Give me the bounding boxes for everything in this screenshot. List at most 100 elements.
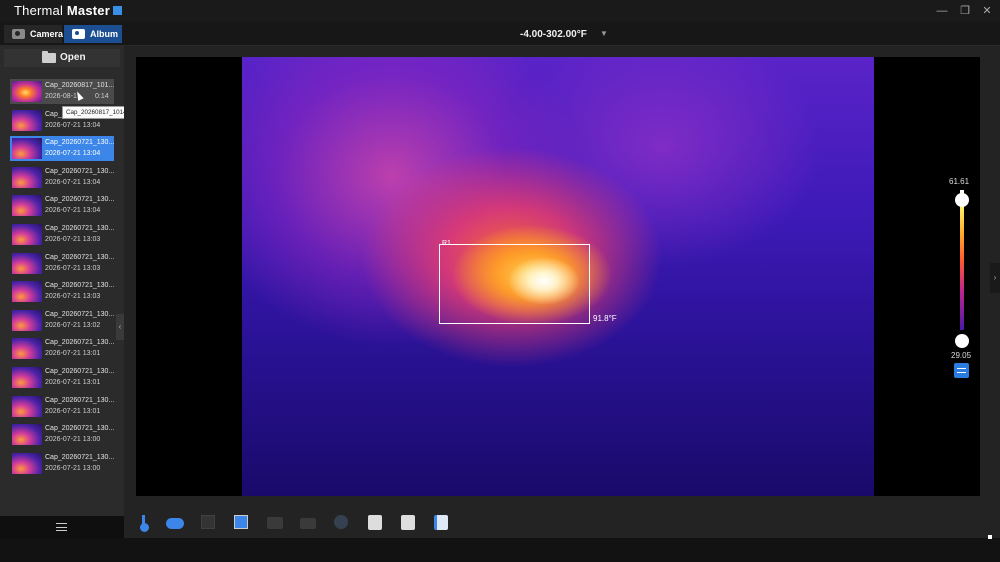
file-item-background: Cap_20260721_130... 2026-07-21 13:03 [10, 279, 114, 304]
file-date: 2026-07-21 13:02 [45, 321, 101, 329]
status-bar [0, 538, 1000, 562]
file-name: Cap_20260721_130... [45, 367, 115, 375]
file-date: 2026-08-1 [45, 93, 77, 100]
app-title: Thermal Master [14, 3, 122, 18]
temperature-range-selector[interactable]: -4.00-302.00°F [520, 29, 587, 40]
album-icon [72, 29, 85, 39]
open-button[interactable]: Open [4, 49, 120, 67]
tab-camera-label: Camera [30, 29, 64, 39]
file-list-item[interactable]: Cap_20260721_130... 2026-07-21 13:04 [10, 192, 116, 221]
color-scale-bar [960, 190, 964, 330]
expand-right-panel-handle[interactable]: › [990, 263, 1000, 293]
file-name: Cap_20260721_130... [45, 396, 115, 404]
file-date: 2026-07-21 13:01 [45, 350, 101, 358]
menu-bar [0, 516, 124, 538]
file-item-background: Cap_20260721_130... 2026-07-21 13:01 [10, 365, 114, 390]
image-viewer: R1 91.8°F 61.61 29.05 › [124, 46, 1000, 510]
camera-icon[interactable] [267, 517, 283, 529]
file-date: 2026-07-21 13:01 [45, 407, 101, 415]
file-date: 2026-07-21 13:00 [45, 436, 101, 444]
minimize-button[interactable]: — [934, 3, 950, 19]
thermal-thumbnail [12, 81, 42, 102]
scale-min-knob[interactable] [955, 334, 969, 348]
thermal-thumbnail [12, 252, 42, 274]
grid-chip-icon[interactable] [234, 515, 248, 529]
thermometer-icon[interactable] [140, 515, 149, 532]
file-name: Cap_20260721_130... [45, 425, 115, 433]
file-item-background: Cap_20260721_130... 2026-07-21 13:04 [10, 136, 114, 162]
save-icon[interactable] [368, 515, 382, 530]
target-icon[interactable] [334, 515, 348, 529]
file-name: Cap_20260721_130... [45, 253, 115, 261]
app-title-bold: Master [66, 3, 110, 18]
file-item-background: Cap_20260721_130... 2026-07-21 13:04 [10, 193, 114, 218]
restore-button[interactable]: ❐ [957, 3, 973, 19]
file-item-background: Cap_20260721_130... 2026-07-21 13:04 [10, 165, 114, 190]
roi-rectangle[interactable] [439, 244, 590, 324]
file-list-item[interactable]: Cap_20260721_130... 2026-07-21 13:00 [10, 421, 116, 450]
file-item-background: Cap_20260721_130... 2026-07-21 13:03 [10, 222, 114, 247]
thermal-thumbnail [12, 138, 42, 160]
thermal-thumbnail [12, 223, 42, 245]
collapse-sidebar-handle[interactable]: ‹ [116, 314, 124, 340]
roi-label: R1 [442, 240, 451, 247]
thermal-thumbnail [12, 424, 42, 446]
camera-icon [12, 29, 25, 39]
cloud-palette-icon[interactable] [166, 518, 184, 529]
app-title-regular: Thermal [14, 3, 67, 18]
file-date: 2026-07-21 13:03 [45, 293, 101, 301]
file-time: 0:14 [95, 93, 109, 100]
file-name: Cap_20260721_130... [45, 167, 115, 175]
file-item-background: Cap_20260721_130... 2026-07-21 13:02 [10, 308, 114, 333]
file-list-item[interactable]: Cap_20260721_130... 2026-07-21 13:03 [10, 278, 116, 307]
folder-icon [42, 51, 56, 63]
title-bar: Thermal Master — ❐ ✕ [0, 0, 1000, 22]
file-list-item[interactable]: Cap_20260721_130... 2026-07-21 13:01 [10, 393, 116, 422]
file-item-background: Cap_20260721_130... 2026-07-21 13:03 [10, 251, 114, 276]
canvas-area: R1 91.8°F [136, 57, 980, 496]
file-list-item[interactable]: Cap_20260721_130... 2026-07-21 13:03 [10, 250, 116, 279]
thermal-thumbnail [12, 109, 42, 131]
video-icon[interactable] [300, 518, 316, 529]
file-name: Cap_20260721_130... [45, 224, 115, 232]
file-name: Cap_20260721_130... [45, 282, 115, 290]
hamburger-menu-icon[interactable] [56, 523, 67, 531]
thermal-thumbnail [12, 309, 42, 331]
thermal-thumbnail [12, 338, 42, 360]
file-list-item[interactable]: Cap_20260721_130... 2026-07-21 13:03 [10, 221, 116, 250]
file-item-background: Cap_20260817_101... 2026-08-1 0:14 [10, 79, 114, 104]
file-list-item[interactable]: Cap_20260721_130... 2026-07-21 13:02 [10, 307, 116, 336]
file-date: 2026-07-21 13:03 [45, 235, 101, 243]
file-list-item[interactable]: Cap_20260721_130... 2026-07-21 13:00 [10, 450, 116, 479]
save-as-icon[interactable] [401, 515, 415, 530]
file-list-item[interactable]: Cap_20260721_130... 2026-07-21 13:01 [10, 364, 116, 393]
file-name: Cap_20260721_130... [45, 196, 115, 204]
mode-bar: Camera Album -4.00-302.00°F ▼ [0, 22, 1000, 46]
app-window: Thermal Master — ❐ ✕ Camera Album -4.00-… [0, 0, 1000, 562]
file-item-background: Cap_20260721_130... 2026-07-21 13:00 [10, 451, 114, 476]
logo-mark-icon [113, 6, 122, 15]
file-list-item[interactable]: Cap_20260721_130... 2026-07-21 13:01 [10, 335, 116, 364]
status-indicator [988, 535, 992, 539]
scale-max-value: 61.61 [949, 177, 970, 186]
scale-adjust-button[interactable] [954, 363, 969, 378]
file-date: 2026-07-21 13:01 [45, 378, 101, 386]
tab-camera[interactable]: Camera [4, 25, 64, 43]
thermal-thumbnail [12, 366, 42, 388]
open-button-label: Open [60, 52, 86, 63]
scale-max-knob[interactable] [955, 193, 969, 207]
layers-icon[interactable] [201, 515, 215, 529]
file-list-item[interactable]: Cap_20260721_130... 2026-07-21 13:04 [10, 164, 116, 193]
close-button[interactable]: ✕ [979, 3, 995, 19]
chevron-down-icon[interactable]: ▼ [600, 29, 608, 38]
file-item-background: Cap_20260721_130... 2026-07-21 13:01 [10, 336, 114, 361]
report-icon[interactable] [434, 515, 448, 530]
file-list-item[interactable]: Cap_20260817_101... 2026-08-1 0:14 [10, 78, 116, 107]
file-name: Cap_20260721_130... [45, 339, 115, 347]
tab-album-label: Album [90, 29, 118, 39]
file-name: Cap_20260721_130... [45, 453, 115, 461]
file-date: 2026-07-21 13:04 [45, 178, 101, 186]
tab-album[interactable]: Album [64, 25, 122, 43]
bottom-toolbar [124, 510, 1000, 538]
file-list-item[interactable]: Cap_20260721_130... 2026-07-21 13:04 [10, 135, 116, 164]
